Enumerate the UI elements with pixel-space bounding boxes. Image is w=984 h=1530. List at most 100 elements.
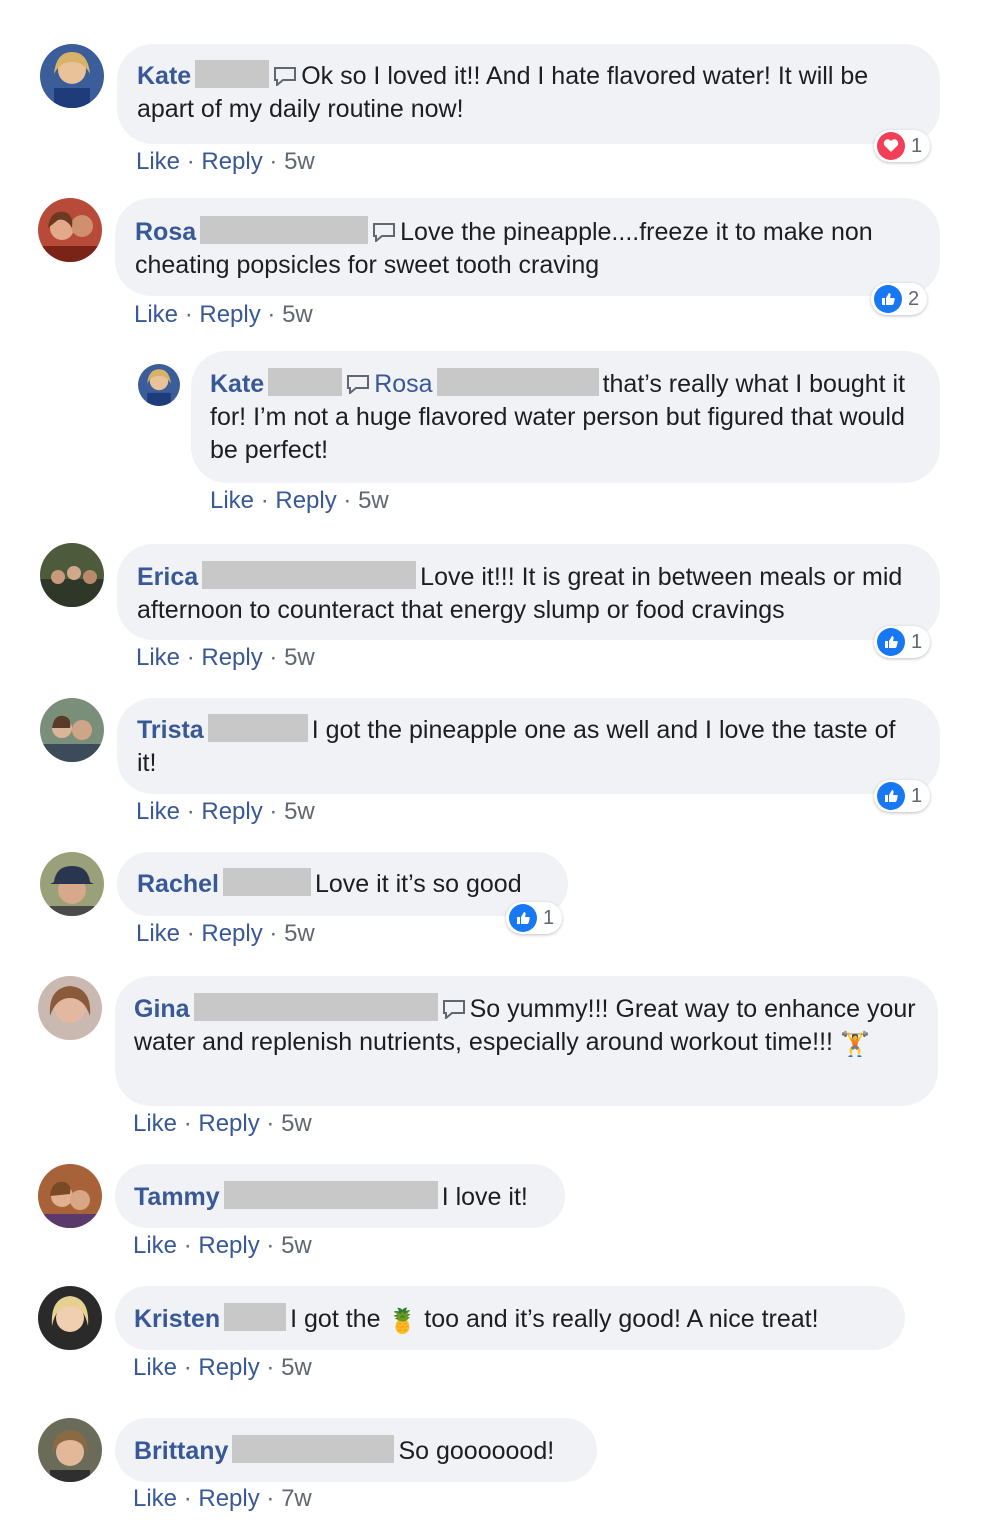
redacted-surname: [202, 561, 417, 589]
like-link[interactable]: Like: [133, 1110, 177, 1137]
pineapple-emoji: 🍍: [387, 1308, 418, 1335]
timestamp[interactable]: 5w: [284, 644, 315, 671]
reply-link[interactable]: Reply: [199, 301, 260, 328]
comment-bubble: Rachel Love it it’s so good: [117, 852, 568, 916]
timestamp[interactable]: 5w: [281, 1354, 312, 1381]
avatar-tammy[interactable]: [38, 1164, 102, 1228]
author-name[interactable]: Trista: [137, 716, 204, 744]
timestamp[interactable]: 5w: [358, 487, 389, 514]
like-link[interactable]: Like: [136, 644, 180, 671]
comment-actions: Like · Reply · 5w: [136, 644, 315, 671]
weightlifter-emoji: 🏋: [839, 1031, 870, 1058]
reaction-badge[interactable]: 1: [506, 902, 563, 934]
like-link[interactable]: Like: [133, 1354, 177, 1381]
avatar-kate[interactable]: [138, 364, 180, 406]
author-name[interactable]: Gina: [134, 995, 190, 1023]
reaction-count: 1: [911, 784, 923, 807]
like-link[interactable]: Like: [136, 148, 180, 175]
redacted-surname: [224, 1303, 287, 1331]
comment-bubble: Tammy I love it!: [115, 1164, 565, 1228]
reply-link[interactable]: Reply: [198, 1232, 259, 1259]
timestamp[interactable]: 5w: [281, 1232, 312, 1259]
message-bubble-icon: [372, 222, 396, 242]
comment-actions: Like · Reply · 5w: [136, 148, 315, 175]
avatar-brittany[interactable]: [38, 1418, 102, 1482]
comment-text: Love it it’s so good: [314, 870, 522, 898]
author-name[interactable]: Brittany: [134, 1437, 228, 1465]
redacted-surname: [193, 993, 438, 1021]
comment-text: I got the: [290, 1305, 381, 1333]
comment-text: too and it’s really good! A nice treat!: [424, 1305, 819, 1333]
reaction-badge[interactable]: 1: [874, 130, 931, 162]
comment-actions: Like · Reply · 5w: [133, 1110, 312, 1137]
timestamp[interactable]: 5w: [284, 148, 315, 175]
avatar-kate[interactable]: [40, 44, 104, 108]
author-name[interactable]: Kate: [137, 62, 191, 90]
comment-actions: Like · Reply · 5w: [210, 487, 389, 514]
comment-actions: Like · Reply · 5w: [136, 920, 315, 947]
avatar-rosa[interactable]: [38, 198, 102, 262]
comment-bubble: Erica Love it!!! It is great in between m…: [117, 544, 940, 640]
reply-link[interactable]: Reply: [198, 1485, 259, 1512]
reply-link[interactable]: Reply: [201, 148, 262, 175]
like-link[interactable]: Like: [136, 920, 180, 947]
comment-text: I love it!: [441, 1183, 528, 1211]
reply-link[interactable]: Reply: [201, 920, 262, 947]
redacted-surname: [207, 714, 308, 742]
thumbs-up-icon: [874, 285, 902, 313]
author-name[interactable]: Erica: [137, 563, 198, 591]
avatar-rachel[interactable]: [40, 852, 104, 916]
comment-bubble: Kate Rosa that’s really what I bought it f…: [191, 351, 940, 483]
timestamp[interactable]: 7w: [281, 1485, 312, 1512]
reply-link[interactable]: Reply: [198, 1354, 259, 1381]
message-bubble-icon: [442, 999, 466, 1019]
heart-icon: [877, 132, 905, 160]
reaction-badge[interactable]: 2: [871, 283, 928, 315]
author-name[interactable]: Rachel: [137, 870, 219, 898]
comment-actions: Like · Reply · 5w: [136, 798, 315, 825]
redacted-surname: [232, 1435, 395, 1463]
comment-actions: Like · Reply · 5w: [134, 301, 313, 328]
redacted-surname: [268, 368, 343, 396]
like-link[interactable]: Like: [133, 1485, 177, 1512]
timestamp[interactable]: 5w: [284, 920, 315, 947]
reply-link[interactable]: Reply: [201, 798, 262, 825]
timestamp[interactable]: 5w: [282, 301, 313, 328]
reply-link[interactable]: Reply: [198, 1110, 259, 1137]
thumbs-up-icon: [509, 904, 537, 932]
like-link[interactable]: Like: [210, 487, 254, 514]
like-link[interactable]: Like: [134, 301, 178, 328]
timestamp[interactable]: 5w: [281, 1110, 312, 1137]
redacted-surname: [200, 216, 369, 244]
message-bubble-icon: [346, 374, 370, 394]
comment-actions: Like · Reply · 5w: [133, 1354, 312, 1381]
thumbs-up-icon: [877, 628, 905, 656]
reaction-badge[interactable]: 1: [874, 626, 931, 658]
reply-link[interactable]: Reply: [201, 644, 262, 671]
avatar-gina[interactable]: [38, 976, 102, 1040]
message-bubble-icon: [273, 66, 297, 86]
comment-text: So gooooood!: [398, 1437, 555, 1465]
comment-bubble: Kristen I got the 🍍 too and it’s really g…: [115, 1286, 905, 1350]
avatar-kristen[interactable]: [38, 1286, 102, 1350]
redacted-surname: [195, 60, 270, 88]
comment-bubble: Brittany So gooooood!: [115, 1418, 597, 1482]
author-name[interactable]: Rosa: [135, 218, 196, 246]
comment-actions: Like · Reply · 7w: [133, 1485, 312, 1512]
author-name[interactable]: Kristen: [134, 1305, 220, 1333]
redacted-surname: [436, 368, 599, 396]
avatar-erica[interactable]: [40, 543, 104, 607]
mention-link[interactable]: Rosa: [374, 370, 432, 398]
author-name[interactable]: Tammy: [134, 1183, 220, 1211]
redacted-surname: [223, 1181, 438, 1209]
comment-bubble: Gina So yummy!!! Great way to enhance you…: [115, 976, 938, 1106]
reply-link[interactable]: Reply: [275, 487, 336, 514]
reaction-badge[interactable]: 1: [874, 780, 931, 812]
timestamp[interactable]: 5w: [284, 798, 315, 825]
avatar-trista[interactable]: [40, 698, 104, 762]
comment-bubble: Kate Ok so I loved it!! And I hate flavor…: [117, 44, 940, 144]
like-link[interactable]: Like: [136, 798, 180, 825]
comment-actions: Like · Reply · 5w: [133, 1232, 312, 1259]
author-name[interactable]: Kate: [210, 370, 264, 398]
like-link[interactable]: Like: [133, 1232, 177, 1259]
